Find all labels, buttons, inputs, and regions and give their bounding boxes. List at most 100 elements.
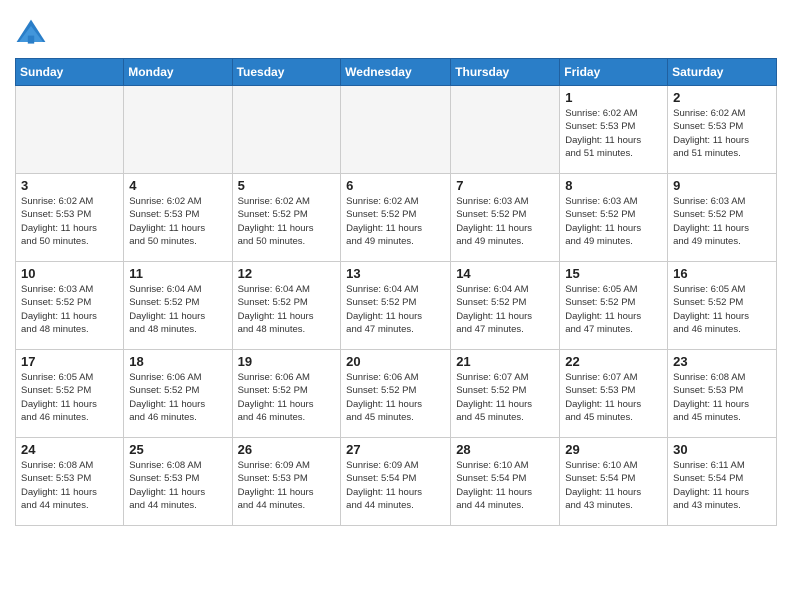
- day-info: Sunrise: 6:02 AM Sunset: 5:52 PM Dayligh…: [238, 195, 336, 248]
- calendar-cell: [232, 86, 341, 174]
- calendar-cell: 13 Sunrise: 6:04 AM Sunset: 5:52 PM Dayli…: [341, 262, 451, 350]
- week-row: 3 Sunrise: 6:02 AM Sunset: 5:53 PM Daylig…: [16, 174, 777, 262]
- calendar-cell: 8 Sunrise: 6:03 AM Sunset: 5:52 PM Daylig…: [560, 174, 668, 262]
- day-number: 18: [129, 354, 226, 369]
- calendar-cell: 14 Sunrise: 6:04 AM Sunset: 5:52 PM Dayli…: [451, 262, 560, 350]
- day-number: 28: [456, 442, 554, 457]
- calendar-cell: 22 Sunrise: 6:07 AM Sunset: 5:53 PM Dayli…: [560, 350, 668, 438]
- calendar-cell: 6 Sunrise: 6:02 AM Sunset: 5:52 PM Daylig…: [341, 174, 451, 262]
- day-info: Sunrise: 6:03 AM Sunset: 5:52 PM Dayligh…: [673, 195, 771, 248]
- day-number: 19: [238, 354, 336, 369]
- header: [15, 10, 777, 50]
- day-info: Sunrise: 6:10 AM Sunset: 5:54 PM Dayligh…: [456, 459, 554, 512]
- day-info: Sunrise: 6:10 AM Sunset: 5:54 PM Dayligh…: [565, 459, 662, 512]
- weekday-header: Wednesday: [341, 59, 451, 86]
- calendar-cell: 29 Sunrise: 6:10 AM Sunset: 5:54 PM Dayli…: [560, 438, 668, 526]
- calendar-cell: [451, 86, 560, 174]
- day-number: 23: [673, 354, 771, 369]
- day-info: Sunrise: 6:05 AM Sunset: 5:52 PM Dayligh…: [673, 283, 771, 336]
- day-info: Sunrise: 6:06 AM Sunset: 5:52 PM Dayligh…: [346, 371, 445, 424]
- calendar-cell: 21Sunrise: 6:07 AM Sunset: 5:52 PM Dayli…: [451, 350, 560, 438]
- calendar-cell: [341, 86, 451, 174]
- day-info: Sunrise: 6:04 AM Sunset: 5:52 PM Dayligh…: [456, 283, 554, 336]
- weekday-header: Sunday: [16, 59, 124, 86]
- day-number: 12: [238, 266, 336, 281]
- calendar-cell: 11 Sunrise: 6:04 AM Sunset: 5:52 PM Dayli…: [124, 262, 232, 350]
- day-number: 15: [565, 266, 662, 281]
- day-info: Sunrise: 6:07 AM Sunset: 5:53 PM Dayligh…: [565, 371, 662, 424]
- day-number: 16: [673, 266, 771, 281]
- day-info: Sunrise: 6:02 AM Sunset: 5:53 PM Dayligh…: [21, 195, 118, 248]
- day-number: 10: [21, 266, 118, 281]
- day-info: Sunrise: 6:02 AM Sunset: 5:53 PM Dayligh…: [673, 107, 771, 160]
- day-number: 9: [673, 178, 771, 193]
- calendar-cell: 30 Sunrise: 6:11 AM Sunset: 5:54 PM Dayli…: [668, 438, 777, 526]
- logo-icon: [15, 18, 47, 50]
- day-info: Sunrise: 6:04 AM Sunset: 5:52 PM Dayligh…: [346, 283, 445, 336]
- day-number: 20: [346, 354, 445, 369]
- day-number: 11: [129, 266, 226, 281]
- calendar-cell: 20 Sunrise: 6:06 AM Sunset: 5:52 PM Dayli…: [341, 350, 451, 438]
- day-number: 17: [21, 354, 118, 369]
- day-number: 25: [129, 442, 226, 457]
- day-number: 3: [21, 178, 118, 193]
- week-row: 17Sunrise: 6:05 AM Sunset: 5:52 PM Dayli…: [16, 350, 777, 438]
- day-number: 14: [456, 266, 554, 281]
- day-number: 22: [565, 354, 662, 369]
- calendar-cell: 12 Sunrise: 6:04 AM Sunset: 5:52 PM Dayli…: [232, 262, 341, 350]
- calendar-cell: 28 Sunrise: 6:10 AM Sunset: 5:54 PM Dayli…: [451, 438, 560, 526]
- weekday-header: Friday: [560, 59, 668, 86]
- day-number: 6: [346, 178, 445, 193]
- calendar-cell: 27 Sunrise: 6:09 AM Sunset: 5:54 PM Dayli…: [341, 438, 451, 526]
- day-info: Sunrise: 6:07 AM Sunset: 5:52 PM Dayligh…: [456, 371, 554, 424]
- logo: [15, 18, 51, 50]
- day-info: Sunrise: 6:08 AM Sunset: 5:53 PM Dayligh…: [673, 371, 771, 424]
- day-info: Sunrise: 6:08 AM Sunset: 5:53 PM Dayligh…: [129, 459, 226, 512]
- day-info: Sunrise: 6:09 AM Sunset: 5:54 PM Dayligh…: [346, 459, 445, 512]
- calendar-cell: 4Sunrise: 6:02 AM Sunset: 5:53 PM Daylig…: [124, 174, 232, 262]
- calendar-cell: 7Sunrise: 6:03 AM Sunset: 5:52 PM Daylig…: [451, 174, 560, 262]
- day-info: Sunrise: 6:03 AM Sunset: 5:52 PM Dayligh…: [565, 195, 662, 248]
- calendar-table: SundayMondayTuesdayWednesdayThursdayFrid…: [15, 58, 777, 526]
- calendar-header-row: SundayMondayTuesdayWednesdayThursdayFrid…: [16, 59, 777, 86]
- calendar-cell: 1 Sunrise: 6:02 AM Sunset: 5:53 PM Daylig…: [560, 86, 668, 174]
- calendar-cell: 10 Sunrise: 6:03 AM Sunset: 5:52 PM Dayli…: [16, 262, 124, 350]
- day-info: Sunrise: 6:04 AM Sunset: 5:52 PM Dayligh…: [238, 283, 336, 336]
- calendar-cell: 26Sunrise: 6:09 AM Sunset: 5:53 PM Dayli…: [232, 438, 341, 526]
- day-info: Sunrise: 6:11 AM Sunset: 5:54 PM Dayligh…: [673, 459, 771, 512]
- day-number: 4: [129, 178, 226, 193]
- calendar-cell: 9 Sunrise: 6:03 AM Sunset: 5:52 PM Daylig…: [668, 174, 777, 262]
- calendar-cell: 2 Sunrise: 6:02 AM Sunset: 5:53 PM Daylig…: [668, 86, 777, 174]
- calendar-cell: 18Sunrise: 6:06 AM Sunset: 5:52 PM Dayli…: [124, 350, 232, 438]
- day-number: 29: [565, 442, 662, 457]
- week-row: 1 Sunrise: 6:02 AM Sunset: 5:53 PM Daylig…: [16, 86, 777, 174]
- day-number: 30: [673, 442, 771, 457]
- day-info: Sunrise: 6:08 AM Sunset: 5:53 PM Dayligh…: [21, 459, 118, 512]
- calendar-cell: 5 Sunrise: 6:02 AM Sunset: 5:52 PM Daylig…: [232, 174, 341, 262]
- calendar-cell: [124, 86, 232, 174]
- calendar-cell: 17Sunrise: 6:05 AM Sunset: 5:52 PM Dayli…: [16, 350, 124, 438]
- day-number: 2: [673, 90, 771, 105]
- day-info: Sunrise: 6:02 AM Sunset: 5:52 PM Dayligh…: [346, 195, 445, 248]
- calendar-cell: 25 Sunrise: 6:08 AM Sunset: 5:53 PM Dayli…: [124, 438, 232, 526]
- day-number: 13: [346, 266, 445, 281]
- weekday-header: Monday: [124, 59, 232, 86]
- day-info: Sunrise: 6:09 AM Sunset: 5:53 PM Dayligh…: [238, 459, 336, 512]
- page: SundayMondayTuesdayWednesdayThursdayFrid…: [0, 0, 792, 541]
- weekday-header: Thursday: [451, 59, 560, 86]
- calendar-cell: 19 Sunrise: 6:06 AM Sunset: 5:52 PM Dayli…: [232, 350, 341, 438]
- day-number: 8: [565, 178, 662, 193]
- calendar-cell: 23 Sunrise: 6:08 AM Sunset: 5:53 PM Dayli…: [668, 350, 777, 438]
- day-info: Sunrise: 6:06 AM Sunset: 5:52 PM Dayligh…: [238, 371, 336, 424]
- weekday-header: Saturday: [668, 59, 777, 86]
- day-number: 7: [456, 178, 554, 193]
- day-info: Sunrise: 6:03 AM Sunset: 5:52 PM Dayligh…: [21, 283, 118, 336]
- week-row: 10 Sunrise: 6:03 AM Sunset: 5:52 PM Dayli…: [16, 262, 777, 350]
- weekday-header: Tuesday: [232, 59, 341, 86]
- day-number: 5: [238, 178, 336, 193]
- day-info: Sunrise: 6:02 AM Sunset: 5:53 PM Dayligh…: [565, 107, 662, 160]
- day-number: 27: [346, 442, 445, 457]
- day-number: 1: [565, 90, 662, 105]
- calendar-cell: 24Sunrise: 6:08 AM Sunset: 5:53 PM Dayli…: [16, 438, 124, 526]
- day-info: Sunrise: 6:04 AM Sunset: 5:52 PM Dayligh…: [129, 283, 226, 336]
